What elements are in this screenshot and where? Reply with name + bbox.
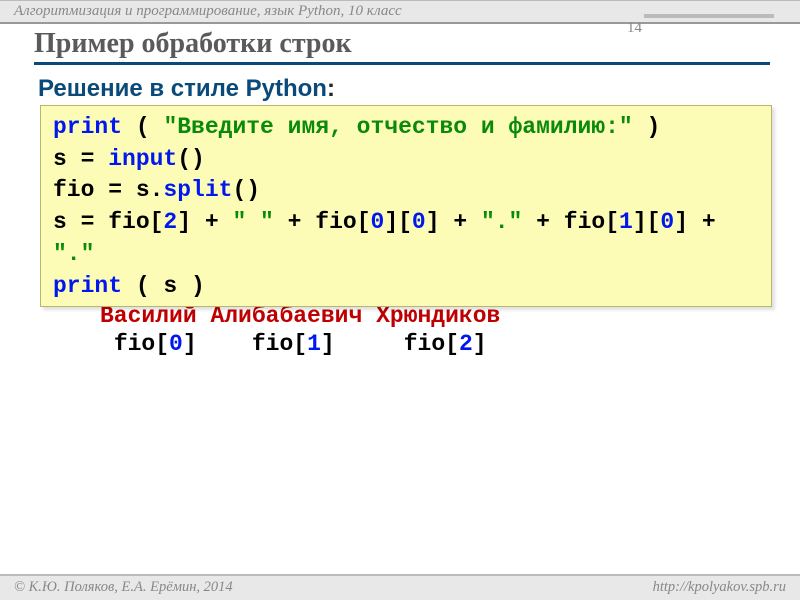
- code-block: print ( "Введите имя, отчество и фамилию…: [40, 105, 772, 307]
- code-line-1: print ( "Введите имя, отчество и фамилию…: [53, 112, 761, 144]
- subheading: Решение в стиле Python:: [38, 75, 800, 103]
- slide-title: Пример обработки строк: [34, 28, 770, 65]
- index-labels-row: fio[0] fio[1] fio[2]: [100, 331, 800, 357]
- code-line-5: ".": [53, 239, 761, 271]
- subheading-colon: :: [327, 75, 335, 102]
- code-line-3: fio = s.split(): [53, 175, 761, 207]
- input-keyword: input: [108, 146, 177, 172]
- code-line-2: s = input(): [53, 144, 761, 176]
- course-title: Алгоритмизация и программирование, язык …: [14, 3, 402, 19]
- slide-title-text: Пример обработки строк: [34, 28, 352, 59]
- print-keyword-2: print: [53, 273, 122, 299]
- title-accent-bar: [644, 14, 774, 18]
- code-line-6: print ( s ): [53, 271, 761, 303]
- footer: © К.Ю. Поляков, Е.А. Ерёмин, 2014 http:/…: [0, 574, 800, 600]
- footer-url: http://kpolyakov.spb.ru: [653, 579, 786, 596]
- subheading-text: Решение в стиле Python: [38, 75, 327, 102]
- footer-copyright: © К.Ю. Поляков, Е.А. Ерёмин, 2014: [14, 579, 233, 596]
- slide: Алгоритмизация и программирование, язык …: [0, 0, 800, 600]
- string-literal: "Введите имя, отчество и фамилию:": [163, 114, 632, 140]
- print-keyword: print: [53, 114, 122, 140]
- course-header: Алгоритмизация и программирование, язык …: [0, 0, 800, 24]
- split-keyword: split: [163, 177, 232, 203]
- code-line-4: s = fio[2] + " " + fio[0][0] + "." + fio…: [53, 207, 761, 239]
